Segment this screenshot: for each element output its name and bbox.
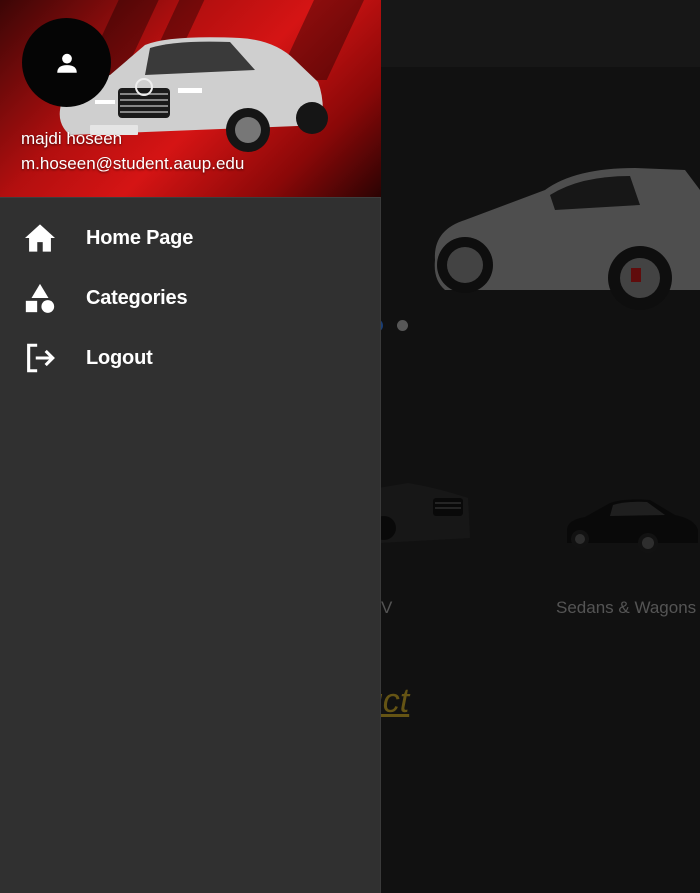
user-email: m.hoseen@student.aaup.edu [21, 154, 245, 173]
menu-label: Logout [86, 346, 153, 369]
drawer-header: majdi hoseen m.hoseen@student.aaup.edu [0, 0, 381, 198]
user-avatar[interactable] [22, 18, 111, 107]
menu-label: Home Page [86, 226, 194, 249]
menu-item-home[interactable]: Home Page [0, 208, 381, 268]
logout-icon [22, 340, 58, 376]
navigation-drawer: majdi hoseen m.hoseen@student.aaup.edu H… [0, 0, 381, 893]
user-name: majdi hoseen [21, 129, 123, 148]
drawer-menu: Home Page Categories Logout [0, 208, 381, 388]
home-icon [22, 220, 58, 256]
menu-item-categories[interactable]: Categories [0, 268, 381, 328]
category-shapes-icon [22, 280, 58, 316]
menu-item-logout[interactable]: Logout [0, 328, 381, 388]
menu-label: Categories [86, 286, 188, 309]
person-icon [56, 53, 77, 73]
